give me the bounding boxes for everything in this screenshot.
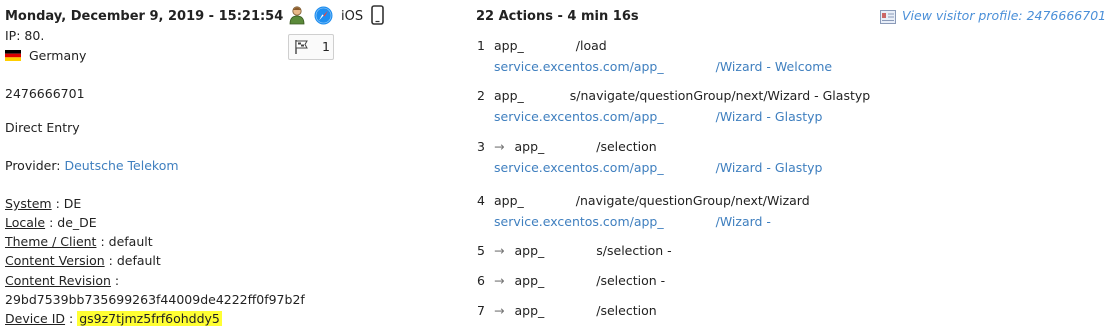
- event-arrow-icon: →: [494, 243, 505, 258]
- action-url-prefix: service.excentos.com/app_: [494, 59, 664, 74]
- custom-var-value: gs9z7tjmz5frf6ohddy5: [77, 311, 222, 326]
- custom-var-row: 29bd7539bb735699263f44009de4222ff0f97b2f: [5, 292, 305, 307]
- visitor-profile-text: View visitor profile: 2476666701: [902, 8, 1107, 23]
- custom-var-row: Content Version : default: [5, 253, 161, 268]
- action-title-suffix: /load: [575, 38, 607, 53]
- custom-var-label: Content Version: [5, 253, 105, 268]
- flag-segment-icon: [295, 40, 308, 54]
- custom-var-value: DE: [63, 196, 82, 211]
- visitor-code: 2476666701: [5, 86, 85, 101]
- action-url-suffix: /Wizard - Glastyp: [715, 160, 823, 175]
- action-url-suffix: /Wizard -: [715, 214, 771, 229]
- custom-var-separator: :: [65, 311, 78, 326]
- action-title-suffix: /selection: [596, 139, 657, 154]
- referrer: Direct Entry: [5, 120, 80, 135]
- custom-var-row: Locale : de_DE: [5, 215, 97, 230]
- action-title-suffix: /selection -: [596, 273, 666, 288]
- segment-count: 1: [322, 39, 330, 54]
- provider-link[interactable]: Deutsche Telekom: [64, 158, 178, 173]
- custom-var-row: Device ID : gs9z7tjmz5frf6ohddy5: [5, 311, 222, 326]
- custom-var-label: Device ID: [5, 311, 66, 326]
- action-title: app_ /navigate/questionGroup/next/Wizard: [494, 193, 810, 208]
- country-row: Germany: [5, 48, 86, 63]
- action-url-link[interactable]: service.excentos.com/app_ /Wizard - Welco…: [494, 59, 832, 74]
- custom-var-separator: :: [104, 253, 117, 268]
- action-number: 3: [477, 139, 485, 154]
- action-title: → app_ /selection: [494, 303, 657, 318]
- ip-address: IP: 80.: [5, 28, 45, 43]
- smartphone-icon: [371, 5, 384, 28]
- custom-var-value: default: [116, 253, 161, 268]
- action-url-link[interactable]: service.excentos.com/app_ /Wizard -: [494, 214, 771, 229]
- custom-var-value: 29bd7539bb735699263f44009de4222ff0f97b2f: [5, 292, 305, 307]
- event-arrow-icon: →: [494, 303, 505, 318]
- custom-var-separator: :: [51, 196, 64, 211]
- custom-var-label: Locale: [5, 215, 46, 230]
- custom-var-separator: :: [45, 215, 58, 230]
- custom-var-value: de_DE: [57, 215, 97, 230]
- custom-var-separator: :: [110, 273, 120, 288]
- custom-var-row: System : DE: [5, 196, 81, 211]
- custom-var-row: Content Revision :: [5, 273, 119, 288]
- action-title-prefix: app_: [494, 193, 524, 208]
- event-arrow-icon: →: [494, 139, 505, 154]
- germany-flag-icon: [5, 50, 21, 61]
- os-label: iOS: [341, 9, 364, 24]
- safari-compass-icon: [314, 6, 333, 28]
- action-title-suffix: /selection: [596, 303, 657, 318]
- action-title: → app_ /selection: [494, 139, 657, 154]
- action-title-prefix: app_: [514, 243, 545, 258]
- country-name: Germany: [29, 48, 87, 63]
- action-number: 1: [477, 38, 485, 53]
- provider-row: Provider: Deutsche Telekom: [5, 158, 179, 173]
- custom-var-label: Content Revision: [5, 273, 111, 288]
- segment-badge[interactable]: 1: [288, 34, 334, 60]
- profile-card-icon: [880, 9, 896, 24]
- visitor-profile-link[interactable]: View visitor profile: 2476666701: [880, 8, 1106, 24]
- action-title-suffix: s/navigate/questionGroup/next/Wizard - G…: [569, 88, 871, 103]
- action-title-prefix: app_: [494, 38, 524, 53]
- visit-datetime: Monday, December 9, 2019 - 15:21:54: [5, 9, 284, 24]
- action-number: 2: [477, 88, 485, 103]
- action-title-suffix: /navigate/questionGroup/next/Wizard: [575, 193, 810, 208]
- event-arrow-icon: →: [494, 273, 505, 288]
- action-title-suffix: s/selection -: [596, 243, 672, 258]
- action-title-prefix: app_: [514, 303, 545, 318]
- action-title-prefix: app_: [494, 88, 524, 103]
- action-url-prefix: service.excentos.com/app_: [494, 160, 664, 175]
- action-title: → app_ /selection -: [494, 273, 665, 288]
- action-url-link[interactable]: service.excentos.com/app_ /Wizard - Glast…: [494, 109, 822, 124]
- action-number: 7: [477, 303, 485, 318]
- action-url-suffix: /Wizard - Glastyp: [715, 109, 823, 124]
- action-url-suffix: /Wizard - Welcome: [715, 59, 833, 74]
- custom-var-label: Theme / Client: [5, 234, 97, 249]
- custom-var-label: System: [5, 196, 52, 211]
- action-title: app_ /load: [494, 38, 607, 53]
- action-title-prefix: app_: [514, 273, 545, 288]
- action-title: → app_ s/selection -: [494, 243, 672, 258]
- action-number: 5: [477, 243, 485, 258]
- action-number: 4: [477, 193, 485, 208]
- action-url-prefix: service.excentos.com/app_: [494, 109, 664, 124]
- action-url-prefix: service.excentos.com/app_: [494, 214, 664, 229]
- actions-header: 22 Actions - 4 min 16s: [476, 9, 639, 24]
- action-number: 6: [477, 273, 485, 288]
- provider-label: Provider:: [5, 158, 65, 173]
- action-title: app_ s/navigate/questionGroup/next/Wizard…: [494, 88, 870, 103]
- visitor-icon: [288, 5, 306, 28]
- custom-var-value: default: [108, 234, 153, 249]
- custom-var-row: Theme / Client : default: [5, 234, 153, 249]
- action-title-prefix: app_: [514, 139, 545, 154]
- action-url-link[interactable]: service.excentos.com/app_ /Wizard - Glast…: [494, 160, 822, 175]
- custom-var-separator: :: [96, 234, 109, 249]
